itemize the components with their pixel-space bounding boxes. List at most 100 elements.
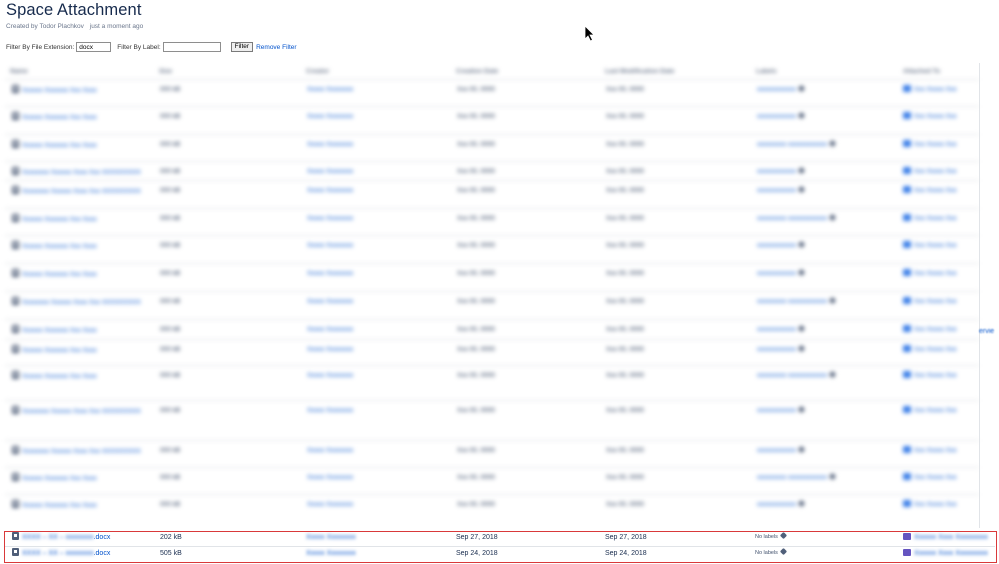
creator-cell[interactable]: Xxxxx Xxxxxxxx bbox=[307, 371, 353, 380]
creator-cell[interactable]: Xxxxx Xxxxxxxx bbox=[307, 214, 353, 223]
attachment-name-cell[interactable]: Xxxxxx Xxxxxxx Xxx Xxxx bbox=[12, 269, 142, 279]
attached-to-cell[interactable]: Xxx Xxxxx Xxx bbox=[903, 500, 957, 509]
attached-to-cell[interactable]: Xxx Xxxxx Xxx bbox=[903, 186, 957, 195]
attachment-name-cell[interactable]: Xxxxxx Xxxxxxx Xxx Xxxx bbox=[12, 500, 142, 510]
creator-cell[interactable]: Xxxxx Xxxxxxxx bbox=[307, 241, 353, 250]
tag-icon[interactable] bbox=[797, 185, 806, 194]
tag-icon[interactable] bbox=[797, 405, 806, 414]
tag-icon[interactable] bbox=[829, 370, 837, 379]
attached-to-cell[interactable]: Xxx Xxxxx Xxx bbox=[903, 167, 957, 176]
creation-date-cell: Xxx 00, 0000 bbox=[457, 215, 495, 222]
page-icon bbox=[903, 140, 911, 147]
creator-cell[interactable]: Xxxxx Xxxxxxxx bbox=[307, 297, 353, 306]
creator-cell[interactable]: Xxxxx Xxxxxxxx bbox=[307, 112, 353, 121]
creator-cell[interactable]: Xxxxx Xxxxxxxx bbox=[307, 325, 353, 334]
modified-date-cell: Xxx 00, 0000 bbox=[606, 168, 644, 175]
creator-cell[interactable]: Xxxxx Xxxxxxxx bbox=[307, 345, 353, 354]
column-header[interactable]: Attached To bbox=[903, 67, 940, 76]
attachment-name-cell[interactable]: Xxxxxxxx Xxxxxx Xxxx Xxx XXXXXXXXX bbox=[12, 297, 142, 307]
attachment-name-cell[interactable]: Xxxxxx Xxxxxxx Xxx Xxxx bbox=[12, 85, 142, 95]
creator-cell[interactable]: Xxxxx Xxxxxxxx bbox=[307, 186, 353, 195]
column-header[interactable]: Labels bbox=[756, 67, 777, 76]
attached-to-cell[interactable]: Xxx Xxxxx Xxx bbox=[903, 269, 957, 278]
attachment-name-cell[interactable]: Xxxxxxxx Xxxxxx Xxxx Xxx XXXXXXXXX bbox=[12, 406, 142, 416]
attached-to-cell[interactable]: Xxx Xxxxx Xxx bbox=[903, 345, 957, 354]
attachment-name-cell[interactable]: Xxxxxx Xxxxxxx Xxx Xxxx bbox=[12, 325, 142, 335]
creator-cell[interactable]: Xxxxx Xxxxxxxx bbox=[307, 140, 353, 149]
tag-icon[interactable] bbox=[829, 213, 837, 222]
creator-cell[interactable]: Xxxxx Xxxxxxxx bbox=[307, 85, 353, 94]
modified-date-cell: Xxx 00, 0000 bbox=[606, 447, 644, 454]
page-icon bbox=[903, 85, 911, 92]
modified-date-cell: Xxx 00, 0000 bbox=[606, 215, 644, 222]
remove-filter-link[interactable]: Remove Filter bbox=[256, 44, 296, 51]
attached-to-cell[interactable]: Xxx Xxxxx Xxx bbox=[903, 85, 957, 94]
labels-cell: xxxxxxxxx xxxxxxxxxxxx bbox=[757, 139, 887, 149]
extension-filter-input[interactable] bbox=[76, 42, 112, 52]
attached-to-cell[interactable]: Xxx Xxxxx Xxx bbox=[903, 140, 957, 149]
attachment-name-cell[interactable]: Xxxxxx Xxxxxxx Xxx Xxxx bbox=[12, 241, 142, 251]
attachment-name-cell[interactable]: Xxxxxx Xxxxxxx Xxx Xxxx bbox=[12, 214, 142, 224]
attachment-name-cell[interactable]: Xxxxxxxx Xxxxxx Xxxx Xxx XXXXXXXXX bbox=[12, 186, 142, 196]
modified-date-cell: Xxx 00, 0000 bbox=[606, 270, 644, 277]
page-icon bbox=[903, 446, 911, 453]
tag-icon[interactable] bbox=[797, 499, 806, 508]
attachment-name-cell[interactable]: Xxxxxxxx Xxxxxx Xxxx Xxx XXXXXXXXX bbox=[12, 167, 142, 177]
column-header[interactable]: Name bbox=[10, 67, 28, 76]
label-filter-input[interactable] bbox=[162, 42, 221, 52]
attached-to-cell[interactable]: Xxx Xxxxx Xxx bbox=[903, 214, 957, 223]
tag-icon[interactable] bbox=[797, 268, 806, 277]
tag-icon[interactable] bbox=[797, 445, 806, 454]
column-header[interactable]: Size bbox=[159, 67, 172, 76]
tag-icon[interactable] bbox=[797, 344, 806, 353]
row-divider bbox=[5, 134, 979, 135]
page-byline: Created by Todor Plachkov just a moment … bbox=[6, 23, 143, 30]
creation-date-cell: Xxx 00, 0000 bbox=[457, 141, 495, 148]
attached-to-cell[interactable]: Xxx Xxxxx Xxx bbox=[903, 406, 957, 415]
attachment-name-cell[interactable]: Xxxxxx Xxxxxxx Xxx Xxxx bbox=[12, 112, 142, 122]
creator-cell[interactable]: Xxxxx Xxxxxxxx bbox=[307, 269, 353, 278]
tag-icon[interactable] bbox=[797, 240, 806, 249]
attached-to-cell[interactable]: Xxx Xxxxx Xxx bbox=[903, 371, 957, 380]
size-cell: 000 kB bbox=[160, 447, 181, 454]
size-cell: 000 kB bbox=[160, 372, 181, 379]
page-icon bbox=[903, 297, 911, 304]
creator-cell[interactable]: Xxxxx Xxxxxxxx bbox=[307, 500, 353, 509]
modified-date-cell: Xxx 00, 0000 bbox=[606, 326, 644, 333]
attached-to-cell[interactable]: Xxx Xxxxx Xxx bbox=[903, 297, 957, 306]
attached-to-cell[interactable]: Xxx Xxxxx Xxx bbox=[903, 446, 957, 455]
column-header[interactable]: Creation Date bbox=[456, 67, 498, 76]
tag-icon[interactable] bbox=[829, 472, 837, 481]
tag-icon[interactable] bbox=[797, 111, 806, 120]
attachment-name-cell[interactable]: Xxxxxxxx Xxxxxx Xxxx Xxx XXXXXXXXX bbox=[12, 446, 142, 456]
attachment-name-cell[interactable]: Xxxxxx Xxxxxxx Xxx Xxxx bbox=[12, 473, 142, 483]
size-cell: 000 kB bbox=[160, 86, 181, 93]
document-icon bbox=[12, 214, 19, 222]
tag-icon[interactable] bbox=[829, 139, 837, 148]
attachment-name-cell[interactable]: Xxxxxx Xxxxxxx Xxx Xxxx bbox=[12, 345, 142, 355]
attached-to-cell[interactable]: Xxx Xxxxx Xxx bbox=[903, 241, 957, 250]
creator-cell[interactable]: Xxxxx Xxxxxxxx bbox=[307, 406, 353, 415]
tag-icon[interactable] bbox=[797, 166, 806, 175]
document-icon bbox=[12, 371, 19, 379]
attached-to-cell[interactable]: Xxx Xxxxx Xxx bbox=[903, 325, 957, 334]
creator-cell[interactable]: Xxxxx Xxxxxxxx bbox=[307, 167, 353, 176]
row-divider bbox=[5, 106, 979, 107]
creation-date-cell: Xxx 00, 0000 bbox=[457, 501, 495, 508]
column-header[interactable]: Creator bbox=[306, 67, 329, 76]
creation-date-cell: Xxx 00, 0000 bbox=[457, 187, 495, 194]
filter-button[interactable]: Filter bbox=[230, 42, 254, 52]
creator-cell[interactable]: Xxxxx Xxxxxxxx bbox=[307, 473, 353, 482]
tag-icon[interactable] bbox=[797, 324, 806, 333]
creation-date-cell: Xxx 00, 0000 bbox=[457, 447, 495, 454]
creator-cell[interactable]: Xxxxx Xxxxxxxx bbox=[307, 446, 353, 455]
attached-to-cell[interactable]: Xxx Xxxxx Xxx bbox=[903, 473, 957, 482]
attachment-name-cell[interactable]: Xxxxxx Xxxxxxx Xxx Xxxx bbox=[12, 371, 142, 381]
column-header[interactable]: Last Modification Date bbox=[605, 67, 674, 76]
attachment-name-cell[interactable]: Xxxxxx Xxxxxxx Xxx Xxxx bbox=[12, 140, 142, 150]
tag-icon[interactable] bbox=[797, 84, 806, 93]
attached-to-cell[interactable]: Xxx Xxxxx Xxx bbox=[903, 112, 957, 121]
creation-date-cell: Xxx 00, 0000 bbox=[457, 298, 495, 305]
truncated-page-link[interactable]: ervie bbox=[979, 328, 994, 335]
tag-icon[interactable] bbox=[829, 296, 837, 305]
